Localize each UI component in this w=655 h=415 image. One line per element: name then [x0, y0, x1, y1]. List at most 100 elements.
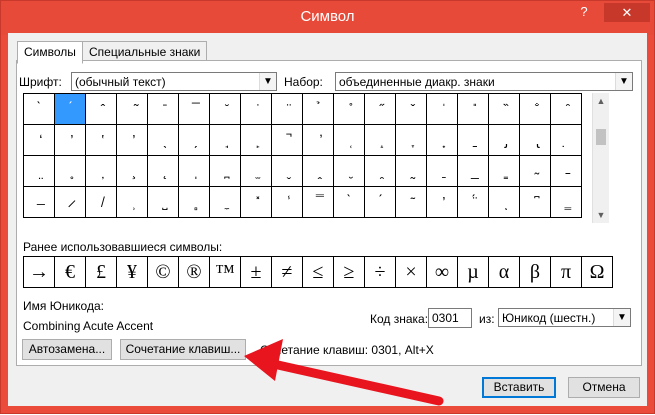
symbol-cell[interactable]: ̯ — [364, 155, 396, 187]
recent-symbol-cell[interactable]: ¥ — [116, 256, 148, 288]
symbol-cell[interactable]: ̺ — [147, 186, 179, 218]
symbol-cell[interactable]: ́ — [364, 186, 396, 218]
symbol-cell[interactable]: ̽ — [240, 186, 272, 218]
help-button[interactable]: ? — [575, 4, 593, 22]
symbol-cell[interactable]: ̬ — [271, 155, 303, 187]
symbol-cell[interactable]: ̎ — [457, 93, 489, 125]
symbol-cell[interactable]: ̮ — [333, 155, 365, 187]
symbol-cell[interactable]: ́ — [54, 93, 86, 125]
scroll-up-icon[interactable]: ▲ — [593, 93, 609, 109]
symbol-cell[interactable]: ̙ — [240, 124, 272, 156]
insert-button[interactable]: Вставить — [482, 377, 556, 398]
symbol-cell[interactable]: ̑ — [550, 93, 582, 125]
cancel-button[interactable]: Отмена — [568, 377, 640, 398]
symbol-cell[interactable]: ̍ — [426, 93, 458, 125]
symbol-cell[interactable]: ̀ — [333, 186, 365, 218]
recent-symbol-cell[interactable]: ± — [240, 256, 272, 288]
shortcut-key-button[interactable]: Сочетание клавиш... — [120, 339, 246, 360]
from-select[interactable]: Юникод (шестн.) ▼ — [498, 308, 631, 327]
recent-symbol-cell[interactable]: ≤ — [302, 256, 334, 288]
symbol-cell[interactable]: ̐ — [519, 93, 551, 125]
recent-symbol-cell[interactable]: β — [519, 256, 551, 288]
recent-symbol-cell[interactable]: α — [488, 256, 520, 288]
scroll-down-icon[interactable]: ▼ — [593, 207, 609, 223]
close-button[interactable]: ✕ — [604, 3, 650, 22]
symbol-cell[interactable]: ̒ — [23, 124, 55, 156]
symbol-cell[interactable]: ̃ — [116, 93, 148, 125]
symbol-cell[interactable]: ̉ — [302, 93, 334, 125]
scroll-thumb[interactable] — [596, 129, 606, 145]
symbol-cell[interactable]: ̢ — [519, 124, 551, 156]
symbol-cell[interactable]: ̈ — [271, 93, 303, 125]
symbol-cell[interactable]: ̄ — [147, 93, 179, 125]
symbol-cell[interactable]: ̋ — [364, 93, 396, 125]
symbol-cell[interactable]: ̗ — [178, 124, 210, 156]
symbol-cell[interactable]: ̶ — [23, 186, 55, 218]
symbol-cell[interactable]: ̥ — [54, 155, 86, 187]
recent-symbol-cell[interactable]: £ — [85, 256, 117, 288]
recent-symbol-cell[interactable]: € — [54, 256, 86, 288]
recent-symbol-cell[interactable]: © — [147, 256, 179, 288]
symbol-cell[interactable]: ̰ — [395, 155, 427, 187]
symbol-cell[interactable]: ̖ — [147, 124, 179, 156]
recent-symbol-cell[interactable]: ≥ — [333, 256, 365, 288]
subset-select[interactable]: объединенные диакр. знаки ▼ — [335, 72, 633, 91]
symbol-cell[interactable]: ͇ — [550, 186, 582, 218]
symbol-cell[interactable]: ̹ — [116, 186, 148, 218]
symbol-cell[interactable]: ̼ — [209, 186, 241, 218]
symbol-cell[interactable]: ̕ — [116, 124, 148, 156]
symbol-cell[interactable]: ̿ — [302, 186, 334, 218]
symbol-cell[interactable]: ̴ — [519, 155, 551, 187]
recent-symbol-cell[interactable]: Ω — [581, 256, 613, 288]
symbol-cell[interactable]: ̇ — [240, 93, 272, 125]
symbol-cell[interactable]: ̓ — [426, 186, 458, 218]
symbol-cell[interactable]: ͂ — [395, 186, 427, 218]
symbol-cell[interactable]: ̏ — [488, 93, 520, 125]
autocorrect-button[interactable]: Автозамена... — [22, 339, 112, 360]
recent-symbol-cell[interactable]: → — [23, 256, 55, 288]
symbol-cell[interactable]: ̊ — [333, 93, 365, 125]
symbol-cell[interactable]: ̔ — [85, 124, 117, 156]
char-code-input[interactable]: 0301 — [428, 308, 472, 328]
recent-symbol-cell[interactable]: ® — [178, 256, 210, 288]
symbol-cell[interactable]: ̞ — [395, 124, 427, 156]
symbol-cell[interactable]: ̷ — [54, 186, 86, 218]
recent-symbol-cell[interactable]: ∞ — [426, 256, 458, 288]
symbol-cell[interactable]: ̜ — [333, 124, 365, 156]
symbol-cell[interactable]: ̸ — [85, 186, 117, 218]
symbol-cell[interactable]: ̀ — [23, 93, 55, 125]
symbol-cell[interactable]: ̚ — [271, 124, 303, 156]
recent-symbol-cell[interactable]: × — [395, 256, 427, 288]
symbol-cell[interactable]: ̆ — [209, 93, 241, 125]
symbol-cell[interactable]: ̧ — [116, 155, 148, 187]
symbol-cell[interactable]: ̤ — [23, 155, 55, 187]
recent-symbol-cell[interactable]: π — [550, 256, 582, 288]
recent-symbol-cell[interactable]: µ — [457, 256, 489, 288]
symbol-cell[interactable]: ̅ — [178, 93, 210, 125]
symbol-cell[interactable]: ̛ — [302, 124, 334, 156]
font-select[interactable]: (обычный текст) ▼ — [71, 72, 277, 91]
symbol-cell[interactable]: ̣ — [550, 124, 582, 156]
symbol-cell[interactable]: ̱ — [426, 155, 458, 187]
symbol-cell[interactable]: ̫ — [240, 155, 272, 187]
symbol-cell[interactable]: ̡ — [488, 124, 520, 156]
grid-scrollbar[interactable]: ▲ ▼ — [592, 93, 609, 223]
recent-symbol-cell[interactable]: ™ — [209, 256, 241, 288]
recent-symbol-cell[interactable]: ≠ — [271, 256, 303, 288]
symbol-cell[interactable]: ̵ — [550, 155, 582, 187]
symbol-cell[interactable]: ̝ — [364, 124, 396, 156]
symbol-cell[interactable]: ̾ — [271, 186, 303, 218]
tab-symbols[interactable]: Символы — [17, 41, 83, 64]
recent-symbol-cell[interactable]: ÷ — [364, 256, 396, 288]
symbol-cell[interactable]: ̲ — [457, 155, 489, 187]
symbol-cell[interactable]: ̓ — [54, 124, 86, 156]
symbol-cell[interactable]: ̘ — [209, 124, 241, 156]
symbol-cell[interactable]: ̠ — [457, 124, 489, 156]
symbol-cell[interactable]: ̭ — [302, 155, 334, 187]
symbol-cell[interactable]: ̈́ — [457, 186, 489, 218]
symbol-cell[interactable]: ͆ — [519, 186, 551, 218]
symbol-cell[interactable]: ̳ — [488, 155, 520, 187]
symbol-cell[interactable]: ̨ — [147, 155, 179, 187]
symbol-cell[interactable]: ̩ — [178, 155, 210, 187]
symbol-cell[interactable]: ̟ — [426, 124, 458, 156]
